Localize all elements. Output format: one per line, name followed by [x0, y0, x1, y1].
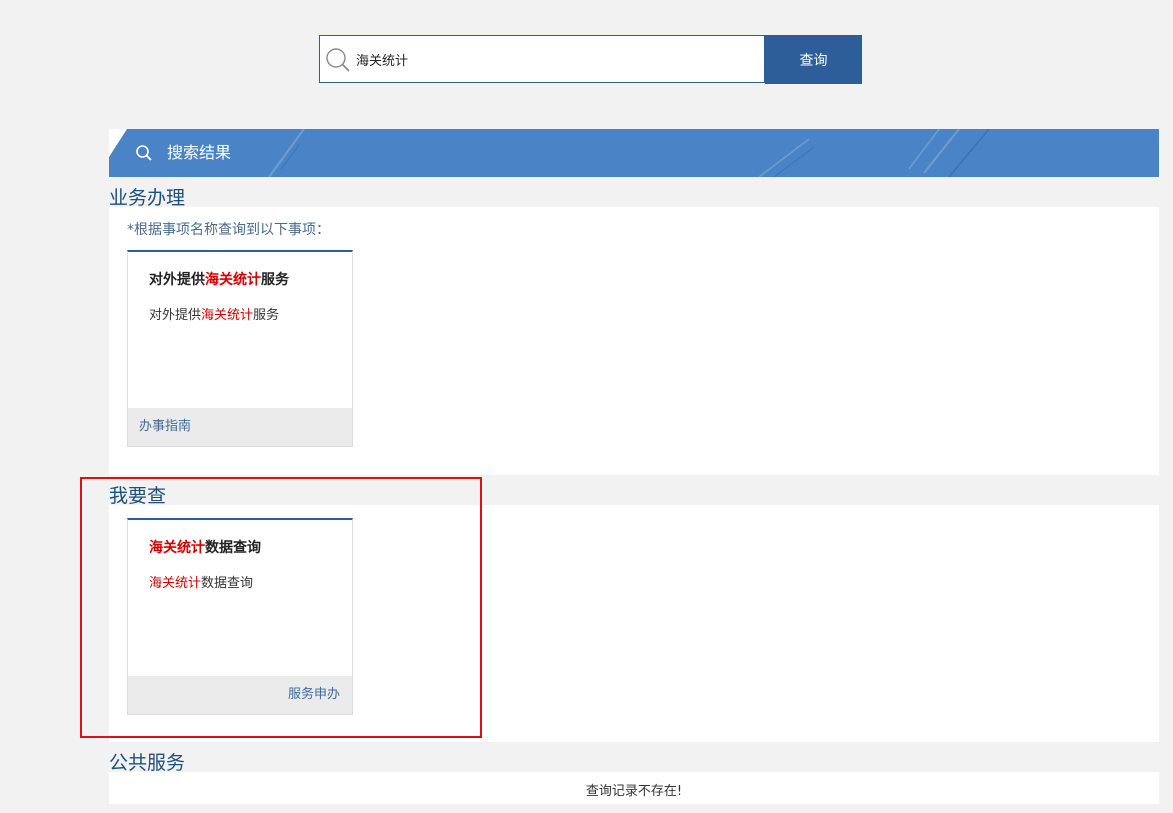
highlight-box: [80, 477, 482, 738]
results-title: 搜索结果: [167, 143, 232, 162]
guide-link[interactable]: 办事指南: [128, 408, 352, 446]
public-panel: 查询记录不存在!: [109, 772, 1159, 804]
business-panel: *根据事项名称查询到以下事项： 对外提供海关统计服务 对外提供海关统计服务 办事…: [109, 207, 1159, 475]
search-input[interactable]: [356, 36, 756, 82]
search-box: [319, 35, 765, 83]
search-button[interactable]: 查询: [765, 35, 862, 84]
header-decoration: [109, 129, 990, 177]
empty-message: 查询记录不存在!: [585, 784, 683, 799]
results-header: 搜索结果: [109, 129, 1159, 177]
results-search-icon: [136, 145, 152, 161]
search-icon: [326, 48, 350, 72]
service-card-business[interactable]: 对外提供海关统计服务 对外提供海关统计服务 办事指南: [127, 250, 353, 447]
search-note: *根据事项名称查询到以下事项：: [127, 222, 330, 238]
card-description: 对外提供海关统计服务: [149, 308, 280, 323]
card-title[interactable]: 对外提供海关统计服务: [149, 269, 289, 289]
